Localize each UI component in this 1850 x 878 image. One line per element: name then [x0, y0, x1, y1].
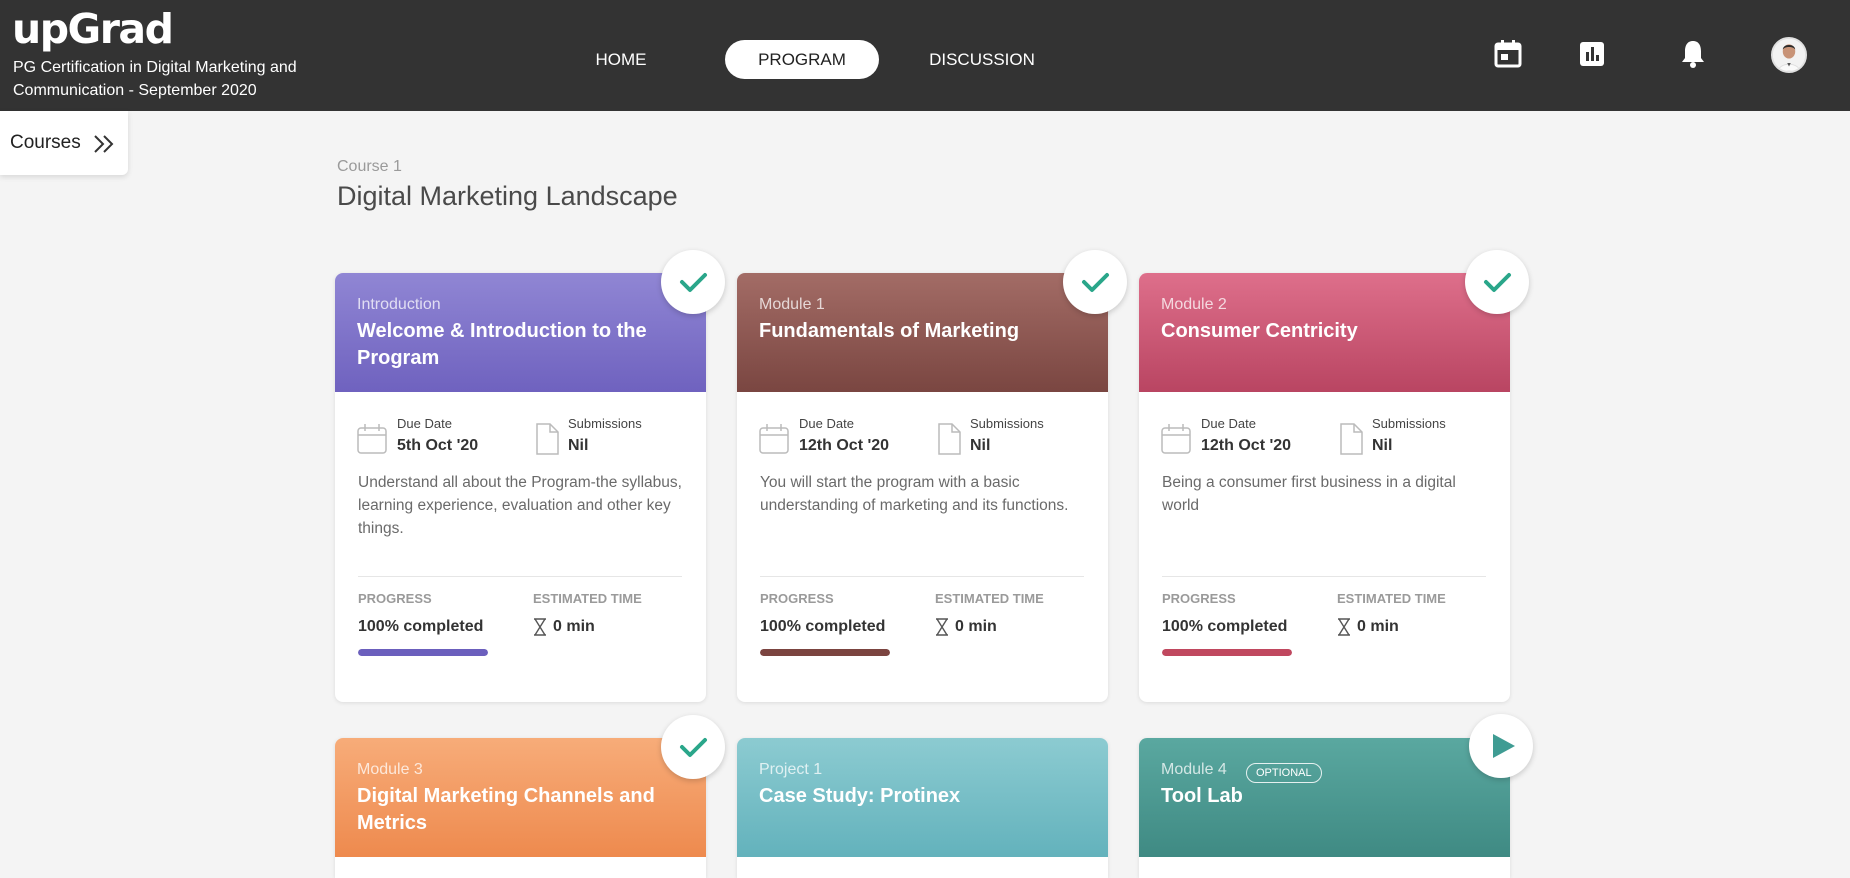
upgrad-logo[interactable]: upGrad	[12, 6, 174, 52]
progress-label: PROGRESS	[358, 591, 432, 606]
due-date-label: Due Date	[799, 416, 854, 431]
bell-icon[interactable]	[1677, 38, 1709, 70]
card-kicker: Module 2	[1161, 296, 1227, 313]
due-date-value: 12th Oct '20	[1201, 437, 1292, 454]
estimated-time-label: ESTIMATED TIME	[533, 591, 642, 606]
progress-text: 100% completed	[1162, 618, 1288, 635]
card-title: Tool Lab	[1161, 785, 1243, 807]
estimated-time-value: 0 min	[955, 618, 997, 635]
card-kicker: Introduction	[357, 296, 441, 313]
calendar-outline-icon	[357, 424, 387, 454]
progress-text: 100% completed	[358, 618, 484, 635]
courses-drawer-toggle[interactable]: Courses	[0, 111, 128, 175]
due-date-label: Due Date	[397, 416, 452, 431]
submissions-label: Submissions	[568, 416, 642, 431]
document-outline-icon	[1340, 423, 1363, 455]
card-header: Module 1 Fundamentals of Marketing	[737, 273, 1108, 392]
progress-label: PROGRESS	[1162, 591, 1236, 606]
module-card-module-3[interactable]: Module 3 Digital Marketing Channels and …	[335, 738, 706, 878]
submissions-value: Nil	[568, 437, 589, 454]
card-description: Being a consumer first business in a dig…	[1162, 474, 1456, 514]
nav-home[interactable]: HOME	[576, 40, 666, 79]
submissions-label: Submissions	[970, 416, 1044, 431]
submissions-label: Submissions	[1372, 416, 1446, 431]
submissions-value: Nil	[1372, 437, 1393, 454]
card-title: Fundamentals of Marketing	[759, 320, 1020, 342]
card-title: Case Study: Protinex	[759, 785, 961, 807]
bar-chart-icon[interactable]	[1576, 38, 1608, 70]
courses-label: Courses	[10, 132, 81, 153]
document-outline-icon	[536, 423, 559, 455]
completed-check-icon	[661, 715, 725, 779]
submissions-value: Nil	[970, 437, 991, 454]
card-header: Module 4 OPTIONAL Tool Lab	[1139, 738, 1510, 857]
nav-program[interactable]: PROGRAM	[725, 40, 879, 79]
progress-bar-fill	[358, 649, 488, 656]
module-card-module-2[interactable]: Module 2 Consumer Centricity Due Date 12…	[1139, 273, 1510, 702]
module-card-module-4[interactable]: Module 4 OPTIONAL Tool Lab	[1139, 738, 1510, 878]
card-title: Digital Marketing Channels and Metrics	[357, 785, 655, 834]
progress-bar-fill	[1162, 649, 1292, 656]
card-header: Module 3 Digital Marketing Channels and …	[335, 738, 706, 857]
calendar-icon[interactable]	[1492, 38, 1524, 70]
progress-bar-fill	[760, 649, 890, 656]
course-title: Digital Marketing Landscape	[337, 181, 678, 211]
card-header: Introduction Welcome & Introduction to t…	[335, 273, 706, 392]
divider	[1162, 576, 1486, 577]
card-header: Project 1 Case Study: Protinex	[737, 738, 1108, 857]
estimated-time-label: ESTIMATED TIME	[1337, 591, 1446, 606]
document-outline-icon	[938, 423, 961, 455]
program-name: PG Certification in Digital Marketing an…	[13, 59, 297, 99]
progress-label: PROGRESS	[760, 591, 834, 606]
progress-bar	[358, 649, 488, 656]
user-avatar[interactable]	[1771, 37, 1807, 73]
hourglass-icon	[1338, 618, 1350, 636]
module-card-module-1[interactable]: Module 1 Fundamentals of Marketing Due D…	[737, 273, 1108, 702]
double-chevron-right-icon	[94, 135, 114, 153]
due-date-label: Due Date	[1201, 416, 1256, 431]
calendar-outline-icon	[759, 424, 789, 454]
estimated-time-label: ESTIMATED TIME	[935, 591, 1044, 606]
card-kicker: Module 3	[357, 761, 423, 778]
calendar-outline-icon	[1161, 424, 1191, 454]
card-description: You will start the program with a basic …	[760, 474, 1069, 514]
estimated-time-value: 0 min	[1357, 618, 1399, 635]
completed-check-icon	[661, 250, 725, 314]
completed-check-icon	[1465, 250, 1529, 314]
hourglass-icon	[936, 618, 948, 636]
progress-text: 100% completed	[760, 618, 886, 635]
card-kicker: Module 4	[1161, 761, 1227, 778]
progress-bar	[1162, 649, 1292, 656]
hourglass-icon	[534, 618, 546, 636]
module-card-project-1[interactable]: Project 1 Case Study: Protinex	[737, 738, 1108, 878]
card-title: Welcome & Introduction to the Program	[357, 320, 647, 369]
divider	[358, 576, 682, 577]
nav-discussion[interactable]: DISCUSSION	[917, 40, 1047, 79]
card-title: Consumer Centricity	[1161, 320, 1358, 342]
divider	[760, 576, 1084, 577]
card-kicker: Project 1	[759, 761, 823, 778]
progress-bar	[760, 649, 890, 656]
due-date-value: 12th Oct '20	[799, 437, 890, 454]
estimated-time-value: 0 min	[553, 618, 595, 635]
card-header: Module 2 Consumer Centricity	[1139, 273, 1510, 392]
completed-check-icon	[1063, 250, 1127, 314]
course-number: Course 1	[337, 158, 402, 175]
card-description: Understand all about the Program-the syl…	[358, 474, 682, 537]
top-navigation-bar: upGrad PG Certification in Digital Marke…	[0, 0, 1850, 111]
optional-badge: OPTIONAL	[1246, 763, 1322, 783]
due-date-value: 5th Oct '20	[397, 437, 479, 454]
play-icon[interactable]	[1469, 714, 1533, 778]
card-kicker: Module 1	[759, 296, 825, 313]
module-card-introduction[interactable]: Introduction Welcome & Introduction to t…	[335, 273, 706, 702]
